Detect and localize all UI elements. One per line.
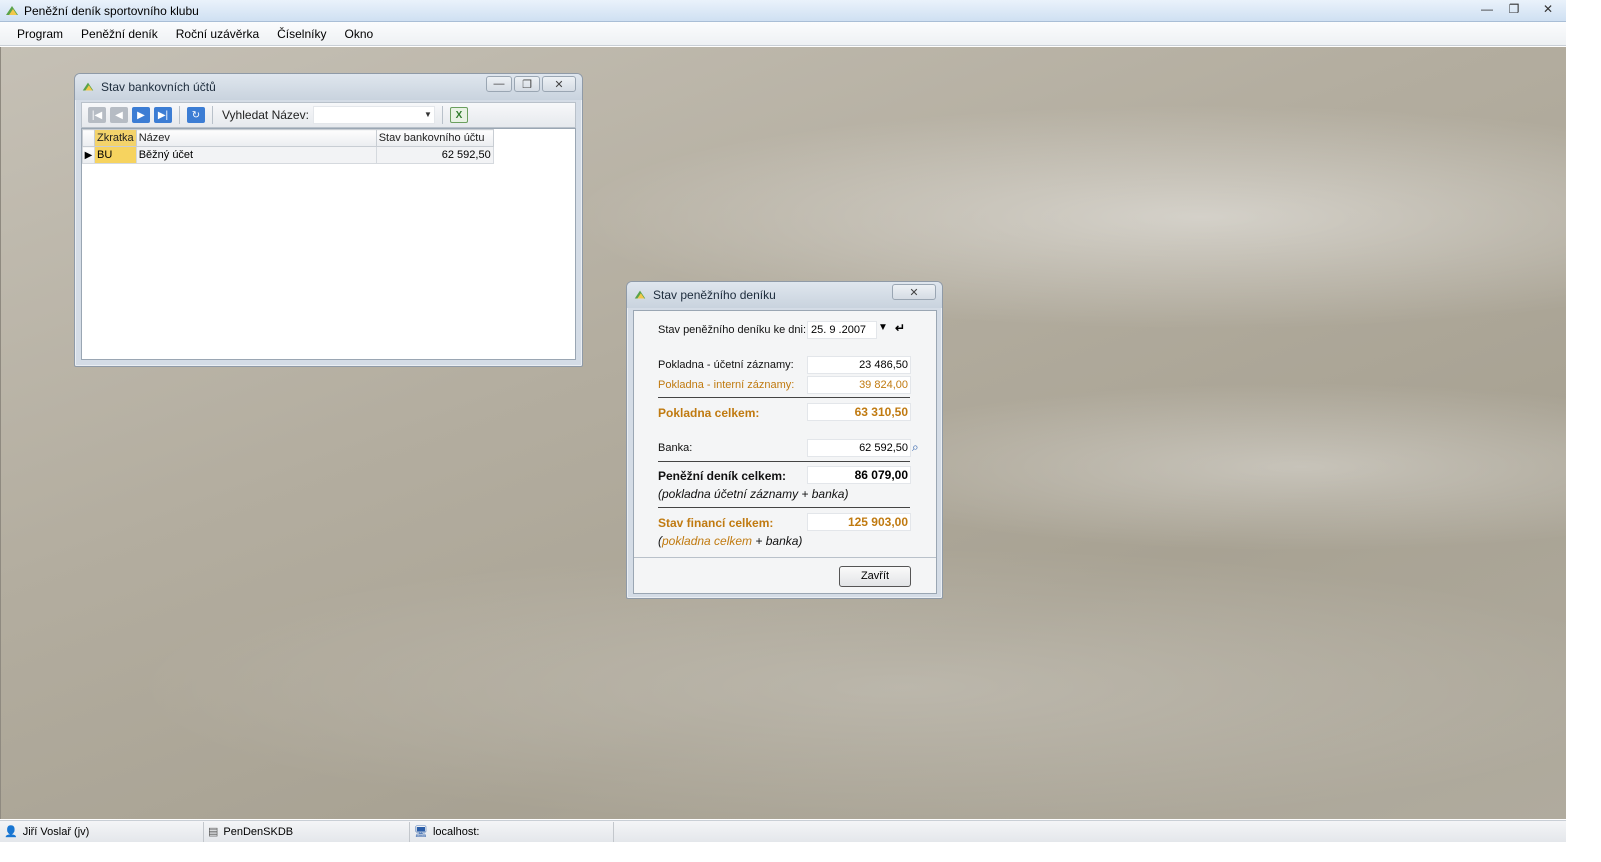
toolbar-separator: [441, 106, 443, 124]
pokladna-celkem-label: Pokladna celkem:: [658, 406, 760, 420]
server-icon: 🖥: [414, 826, 428, 838]
cash-journal-dialog: Stav peněžního deníku ✕ Stav peněžního d…: [626, 281, 943, 599]
maximize-icon[interactable]: ❐: [514, 76, 540, 92]
export-excel-icon[interactable]: X: [449, 107, 468, 123]
app-logo-icon: [6, 5, 18, 15]
close-button[interactable]: ✕: [1528, 0, 1568, 18]
menu-program[interactable]: Program: [8, 27, 72, 41]
menu-ciselniky[interactable]: Číselníky: [268, 27, 335, 41]
enter-icon[interactable]: ↵: [895, 321, 905, 335]
toolbar-separator: [212, 106, 213, 124]
financi-celkem-value: 125 903,00: [807, 513, 911, 531]
accounts-table: Zkratka Název Stav bankovního účtu ▶ BU …: [82, 129, 494, 164]
denik-celkem-note: (pokladna účetní záznamy + banka): [658, 487, 849, 501]
divider: [658, 461, 910, 462]
app-title: Peněžní deník sportovního klubu: [24, 3, 199, 18]
divider: [634, 557, 936, 558]
chevron-down-icon[interactable]: ▼: [424, 110, 432, 119]
close-dialog-button[interactable]: Zavřít: [839, 566, 911, 587]
banka-value: 62 592,50: [807, 439, 911, 457]
navigation-toolbar: |◀ ◀ ▶ ▶| ↻ Vyhledat Název: ▼ X: [81, 102, 576, 128]
window-controls: — ❐ ✕: [1473, 0, 1568, 20]
pokladna-ucetni-value: 23 486,50: [807, 356, 911, 374]
user-icon: 👤: [4, 826, 18, 838]
table-row[interactable]: ▶ BU Běžný účet 62 592,50: [82, 146, 494, 164]
next-record-icon[interactable]: ▶: [132, 107, 150, 123]
dialog-controls: ✕: [892, 284, 936, 300]
screen-bottom: [0, 842, 1601, 862]
note-pokladna: pokladna celkem: [662, 534, 753, 548]
status-server: localhost:: [432, 825, 480, 838]
denik-celkem-value: 86 079,00: [807, 466, 911, 484]
column-header-nazev[interactable]: Název: [135, 129, 377, 147]
financi-celkem-label: Stav financí celkem:: [658, 516, 774, 530]
bank-window-title: Stav bankovních účtů: [101, 80, 216, 94]
window-logo-icon: [82, 82, 94, 91]
search-label: Vyhledat Název:: [222, 108, 309, 122]
minimize-button[interactable]: —: [1474, 0, 1500, 18]
pokladna-interni-label: Pokladna - interní záznamy:: [658, 379, 795, 391]
close-icon[interactable]: ✕: [892, 284, 936, 300]
banka-label: Banka:: [658, 442, 693, 454]
first-record-icon[interactable]: |◀: [88, 107, 106, 123]
bank-window-controls: — ❐ ✕: [486, 76, 576, 92]
prev-record-icon[interactable]: ◀: [110, 107, 128, 123]
search-input[interactable]: ▼: [312, 106, 435, 124]
window-logo-icon: [634, 290, 646, 299]
refresh-icon[interactable]: ↻: [187, 107, 205, 123]
last-record-icon[interactable]: ▶|: [154, 107, 172, 123]
cell-stav[interactable]: 62 592,50: [375, 146, 494, 164]
denik-celkem-label: Peněžní deník celkem:: [658, 469, 787, 483]
status-user-panel: 👤 Jiří Voslař (jv): [0, 821, 204, 842]
pokladna-celkem-value: 63 310,50: [807, 403, 911, 421]
close-icon[interactable]: ✕: [542, 76, 576, 92]
minimize-icon[interactable]: —: [486, 76, 512, 92]
cell-zkratka[interactable]: BU: [94, 146, 137, 164]
menu-penezni-denik[interactable]: Peněžní deník: [72, 27, 167, 41]
status-bar: 👤 Jiří Voslař (jv) ▤ PenDenSKDB 🖥 localh…: [0, 820, 1566, 842]
chevron-down-icon[interactable]: ▼: [878, 322, 888, 333]
bank-window-titlebar[interactable]: Stav bankovních účtů — ❐ ✕: [75, 74, 582, 100]
date-label: Stav peněžního deníku ke dni:: [658, 324, 806, 336]
menu-rocni-uzaverka[interactable]: Roční uzávěrka: [167, 27, 268, 41]
menu-bar: Program Peněžní deník Roční uzávěrka Čís…: [0, 22, 1568, 46]
database-icon: ▤: [208, 826, 219, 838]
column-header-zkratka[interactable]: Zkratka: [94, 129, 137, 147]
divider: [658, 397, 910, 398]
dialog-title: Stav peněžního deníku: [653, 288, 776, 302]
pokladna-ucetni-label: Pokladna - účetní záznamy:: [658, 359, 794, 371]
status-server-panel: 🖥 localhost:: [410, 821, 614, 842]
mdi-workspace: Stav bankovních účtů — ❐ ✕ |◀ ◀ ▶ ▶| ↻ V…: [0, 47, 1566, 819]
maximize-button[interactable]: ❐: [1501, 0, 1527, 18]
app-titlebar: Peněžní deník sportovního klubu — ❐ ✕: [0, 0, 1568, 22]
financi-celkem-note: (pokladna celkem + banka): [658, 534, 802, 548]
toolbar-separator: [179, 106, 180, 124]
divider: [658, 507, 910, 508]
row-indicator-header: [82, 129, 95, 147]
cell-nazev[interactable]: Běžný účet: [135, 146, 377, 164]
dialog-titlebar[interactable]: Stav peněžního deníku ✕: [627, 282, 942, 308]
status-database: PenDenSKDB: [223, 825, 294, 838]
status-user: Jiří Voslař (jv): [22, 825, 90, 838]
date-field[interactable]: 25. 9 .2007: [807, 321, 877, 339]
menu-okno[interactable]: Okno: [335, 27, 382, 41]
search-icon[interactable]: ⌕: [912, 440, 919, 455]
status-db-panel: ▤ PenDenSKDB: [204, 821, 410, 842]
current-row-arrow-icon: ▶: [82, 146, 95, 164]
note-banka: + banka): [752, 534, 803, 548]
screen-edge: [1566, 0, 1601, 862]
pokladna-interni-value: 39 824,00: [807, 376, 911, 394]
dialog-body: Stav peněžního deníku ke dni: 25. 9 .200…: [633, 310, 937, 594]
column-header-stav[interactable]: Stav bankovního účtu: [375, 129, 494, 147]
bank-accounts-window: Stav bankovních účtů — ❐ ✕ |◀ ◀ ▶ ▶| ↻ V…: [74, 73, 583, 367]
accounts-grid: Zkratka Název Stav bankovního účtu ▶ BU …: [81, 128, 576, 360]
